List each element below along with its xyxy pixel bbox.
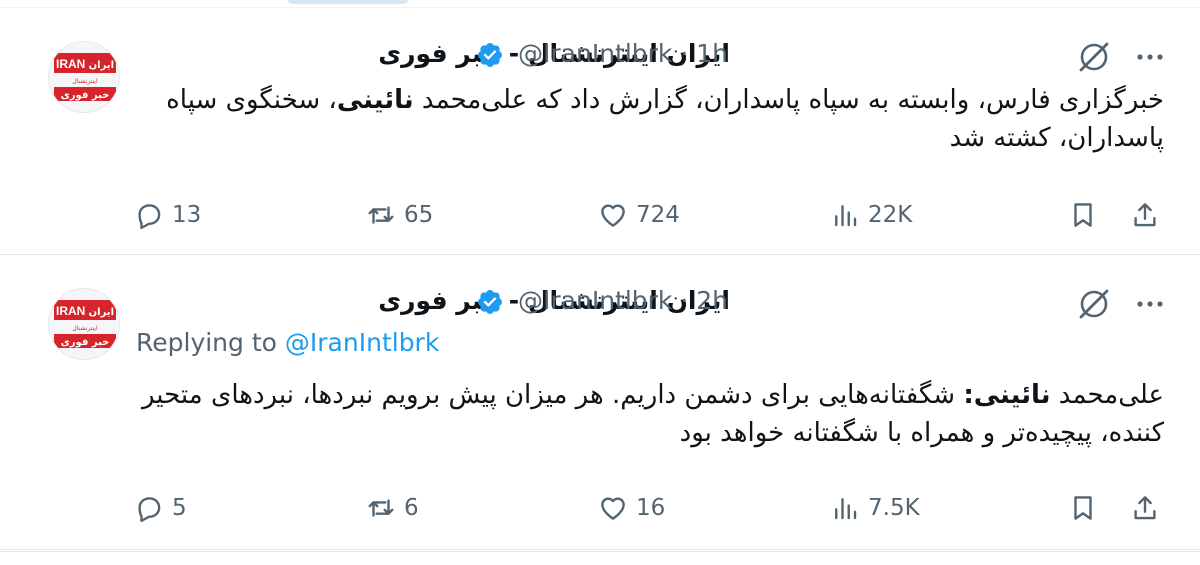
bookmark-button[interactable]: [1068, 195, 1098, 235]
bottom-divider: [0, 551, 1200, 565]
tweet-text-bold: نائینی:: [963, 380, 1051, 410]
retweet-button[interactable]: 6: [366, 488, 419, 528]
retweet-button[interactable]: 65: [366, 195, 433, 235]
reply-button[interactable]: 13: [134, 195, 201, 235]
tweet-text-part: خبرگزاری فارس، وابسته به سپاه پاسداران، …: [413, 85, 1164, 115]
handle-and-time[interactable]: @IranIntlbrk · 1h: [518, 39, 728, 68]
avatar[interactable]: IRAN ایران اینترنشنال خبر فوری: [48, 288, 120, 360]
logo-text-en: IRAN: [56, 57, 85, 71]
reply-count: 5: [172, 495, 187, 521]
views-icon: [835, 205, 857, 227]
verified-badge-icon: [478, 43, 502, 67]
reply-icon: [138, 204, 161, 230]
bookmark-icon: [1074, 203, 1092, 227]
retweet-count: 65: [404, 202, 434, 228]
tweet-header: ایران اینترنشنال - خبر فوری @IranIntlbrk…: [136, 280, 1070, 320]
logo-text-mid: اینترنشنال: [72, 78, 98, 85]
handle[interactable]: @IranIntlbrk: [518, 286, 672, 315]
tweet-text-part: علی‌محمد: [1050, 380, 1164, 410]
timestamp[interactable]: 1h: [696, 39, 728, 68]
iran-international-logo-icon: IRAN ایران اینترنشنال خبر فوری: [54, 53, 116, 101]
bookmark-icon: [1074, 496, 1092, 520]
like-button[interactable]: 16: [598, 488, 665, 528]
action-bar: 5 6 16 7.5K: [130, 488, 1170, 528]
replying-to-label: Replying to: [136, 328, 277, 357]
share-icon: [1134, 203, 1156, 227]
handle-and-time[interactable]: @IranIntlbrk · 2h: [518, 286, 728, 315]
tweet-text: خبرگزاری فارس، وابسته به سپاه پاسداران، …: [134, 81, 1164, 157]
avatar[interactable]: IRAN ایران اینترنشنال خبر فوری: [48, 41, 120, 113]
tweet-text: علی‌محمد نائینی: شگفتانه‌هایی برای دشمن …: [134, 376, 1164, 452]
like-icon: [601, 204, 625, 227]
share-icon: [1134, 496, 1156, 520]
logo-text-bottom: خبر فوری: [61, 337, 110, 348]
views-button[interactable]: 7.5K: [830, 488, 920, 528]
reply-count: 13: [172, 202, 202, 228]
reply-icon: [138, 497, 161, 523]
action-bar: 13 65 724 22K: [130, 195, 1170, 235]
retweet-icon: [368, 206, 394, 224]
like-button[interactable]: 724: [598, 195, 680, 235]
more-icon[interactable]: [1132, 292, 1168, 316]
logo-text-mid: اینترنشنال: [72, 325, 98, 332]
timestamp[interactable]: 2h: [696, 286, 728, 315]
grok-icon[interactable]: [1076, 286, 1112, 322]
like-count: 724: [636, 202, 680, 228]
separator: ·: [680, 39, 689, 68]
replying-to: Replying to @IranIntlbrk: [136, 328, 439, 357]
tab-indicator: [288, 0, 408, 4]
view-count: 7.5K: [868, 495, 920, 521]
logo-text-fa: ایران: [89, 307, 114, 318]
views-icon: [835, 498, 857, 520]
iran-international-logo-icon: IRAN ایران اینترنشنال خبر فوری: [54, 300, 116, 348]
share-button[interactable]: [1130, 195, 1160, 235]
reply-button[interactable]: 5: [134, 488, 187, 528]
verified-badge-icon: [478, 290, 502, 314]
top-divider: [0, 0, 1200, 8]
like-icon: [601, 497, 625, 520]
grok-icon[interactable]: [1076, 39, 1112, 75]
logo-text-en: IRAN: [56, 304, 85, 318]
bookmark-button[interactable]: [1068, 488, 1098, 528]
tweet-header: ایران اینترنشنال - خبر فوری @IranIntlbrk…: [136, 33, 1070, 73]
share-button[interactable]: [1130, 488, 1160, 528]
replying-to-mention[interactable]: @IranIntlbrk: [285, 328, 439, 357]
tweet[interactable]: IRAN ایران اینترنشنال خبر فوری ایران این…: [0, 9, 1200, 255]
view-count: 22K: [868, 202, 913, 228]
like-count: 16: [636, 495, 666, 521]
retweet-icon: [368, 499, 394, 517]
handle[interactable]: @IranIntlbrk: [518, 39, 672, 68]
tweet[interactable]: IRAN ایران اینترنشنال خبر فوری ایران این…: [0, 256, 1200, 550]
more-icon[interactable]: [1132, 45, 1168, 69]
separator: ·: [680, 286, 689, 315]
tweet-text-bold: نائینی: [336, 85, 414, 115]
logo-text-bottom: خبر فوری: [61, 90, 110, 101]
views-button[interactable]: 22K: [830, 195, 912, 235]
logo-text-fa: ایران: [89, 60, 114, 71]
retweet-count: 6: [404, 495, 419, 521]
